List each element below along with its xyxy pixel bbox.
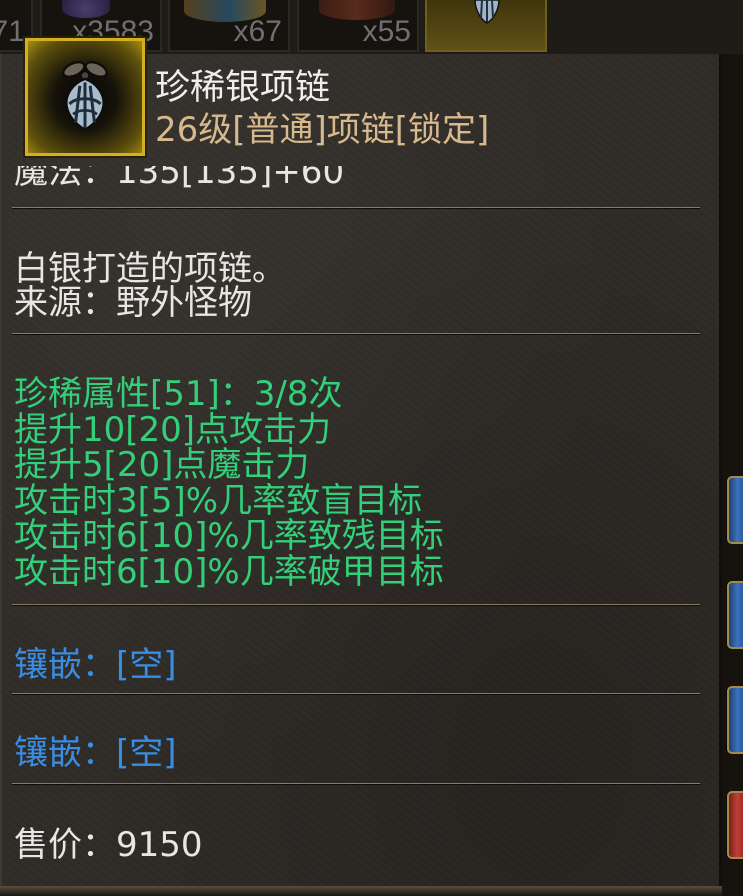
necklace-icon	[62, 61, 108, 131]
sell-price: 售价：9150	[14, 828, 203, 862]
rare-attribute: 攻击时6[10]%几率致残目标	[14, 516, 444, 557]
item-icon-frame	[25, 38, 145, 156]
slot-count: 71	[0, 15, 25, 48]
slot-count: x67	[233, 15, 282, 48]
slot-count: x55	[362, 15, 411, 48]
divider	[12, 604, 700, 606]
item-name: 珍稀银项链	[155, 68, 331, 108]
side-button[interactable]	[727, 581, 743, 649]
item-subtitle: 26级[普通]项链[锁定]	[155, 110, 490, 150]
divider	[12, 207, 700, 209]
divider	[12, 333, 700, 335]
divider	[12, 693, 700, 695]
rare-attribute: 攻击时3[5]%几率致盲目标	[14, 480, 423, 521]
panel-bottom-frame	[0, 886, 722, 896]
side-button[interactable]	[727, 791, 743, 859]
necklace-icon	[474, 0, 500, 24]
rare-attribute-header: 珍稀属性[51]：3/8次	[14, 374, 343, 414]
inventory-slot-selected[interactable]	[425, 0, 547, 52]
side-button[interactable]	[727, 686, 743, 754]
sell-price-value: 9150	[116, 825, 203, 865]
rare-attribute: 攻击时6[10]%几率破甲目标	[14, 551, 444, 592]
stat-line-magic: 魔法：135[135]+60	[14, 166, 345, 192]
socket-slot: 镶嵌：[空]	[14, 645, 177, 685]
side-panel-background	[722, 54, 743, 896]
inventory-slot[interactable]: x67	[168, 0, 290, 52]
rare-attribute: 提升10[20]点攻击力	[14, 409, 332, 450]
item-source: 来源：野外怪物	[14, 283, 252, 323]
rare-attribute: 提升5[20]点魔击力	[14, 445, 310, 486]
rare-attributes: 珍稀属性[51]：3/8次 提升10[20]点攻击力 提升5[20]点魔击力 攻…	[14, 374, 444, 592]
socket-slot: 镶嵌：[空]	[14, 733, 177, 773]
divider	[12, 783, 700, 785]
sell-price-label: 售价：	[14, 825, 116, 865]
item-description: 白银打造的项链。	[14, 249, 286, 289]
tooltip-scroll-content[interactable]: 魔法：135[135]+60 白银打造的项链。 来源：野外怪物 珍稀属性[51]…	[2, 166, 718, 884]
side-button[interactable]	[727, 476, 743, 544]
inventory-slot[interactable]: x55	[297, 0, 419, 52]
